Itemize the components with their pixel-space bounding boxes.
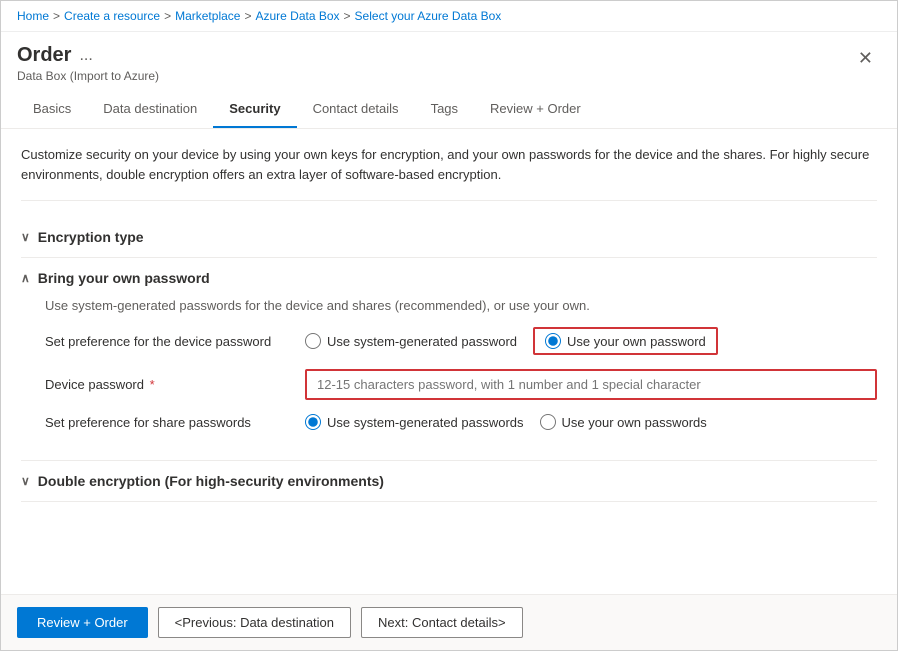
options-menu-button[interactable]: ... [79,47,92,65]
next-button[interactable]: Next: Contact details> [361,607,523,638]
sys-gen-device-label: Use system-generated password [327,334,517,349]
sys-gen-share-option[interactable]: Use system-generated passwords [305,414,524,430]
breadcrumb-home[interactable]: Home [17,9,49,23]
device-password-input-wrapper [305,369,877,400]
bring-own-password-title: Bring your own password [38,270,210,286]
own-device-label: Use your own password [567,334,706,349]
bring-own-password-body: Use system-generated passwords for the d… [21,298,877,460]
tab-basics[interactable]: Basics [17,91,87,128]
tab-data-destination[interactable]: Data destination [87,91,213,128]
double-encryption-chevron [21,474,30,488]
sys-gen-device-option[interactable]: Use system-generated password [305,333,517,349]
required-marker: * [146,377,155,392]
double-encryption-section: Double encryption (For high-security env… [21,461,877,502]
sys-gen-device-radio[interactable] [305,333,321,349]
bring-own-password-section: Bring your own password Use system-gener… [21,258,877,461]
bring-own-password-desc: Use system-generated passwords for the d… [45,298,877,313]
own-share-label: Use your own passwords [562,415,707,430]
tab-contact-details[interactable]: Contact details [297,91,415,128]
header-left: Order ... Data Box (Import to Azure) [17,44,159,83]
breadcrumb-marketplace[interactable]: Marketplace [175,9,240,23]
device-password-label: Device password * [45,377,305,392]
bring-own-password-chevron [21,271,30,285]
encryption-type-header[interactable]: Encryption type [21,217,877,257]
encryption-type-section: Encryption type [21,217,877,258]
device-password-preference-label: Set preference for the device password [45,334,305,349]
sys-gen-share-label: Use system-generated passwords [327,415,524,430]
main-content: Customize security on your device by usi… [1,129,897,594]
tab-security[interactable]: Security [213,91,296,128]
own-device-radio[interactable] [545,333,561,349]
share-password-radio-group: Use system-generated passwords Use your … [305,414,707,430]
page-subtitle: Data Box (Import to Azure) [17,69,159,83]
section-description: Customize security on your device by usi… [21,145,877,201]
device-password-input-row: Device password * [45,369,877,400]
encryption-type-title: Encryption type [38,229,144,245]
encryption-type-chevron [21,230,30,244]
device-password-radio-group: Use system-generated password Use your o… [305,327,718,355]
tab-review-order[interactable]: Review + Order [474,91,597,128]
bring-own-password-header[interactable]: Bring your own password [21,258,877,298]
review-order-button[interactable]: Review + Order [17,607,148,638]
footer: Review + Order <Previous: Data destinati… [1,594,897,650]
double-encryption-header[interactable]: Double encryption (For high-security env… [21,461,877,501]
share-password-preference-label: Set preference for share passwords [45,415,305,430]
modal-window: Home > Create a resource > Marketplace >… [0,0,898,651]
sys-gen-share-radio[interactable] [305,414,321,430]
breadcrumb-create-resource[interactable]: Create a resource [64,9,160,23]
close-button[interactable]: ✕ [850,44,881,73]
page-title: Order [17,44,71,67]
own-share-radio[interactable] [540,414,556,430]
breadcrumb-azure-data-box[interactable]: Azure Data Box [255,9,339,23]
share-password-preference-row: Set preference for share passwords Use s… [45,414,877,430]
previous-button[interactable]: <Previous: Data destination [158,607,351,638]
breadcrumb: Home > Create a resource > Marketplace >… [1,1,897,32]
device-password-preference-row: Set preference for the device password U… [45,327,877,355]
tab-tags[interactable]: Tags [415,91,474,128]
tab-bar: Basics Data destination Security Contact… [1,91,897,129]
device-password-input[interactable] [307,371,875,398]
own-device-option[interactable]: Use your own password [533,327,718,355]
breadcrumb-select-data-box[interactable]: Select your Azure Data Box [355,9,502,23]
page-header: Order ... Data Box (Import to Azure) ✕ [1,32,897,91]
double-encryption-title: Double encryption (For high-security env… [38,473,384,489]
own-share-option[interactable]: Use your own passwords [540,414,707,430]
